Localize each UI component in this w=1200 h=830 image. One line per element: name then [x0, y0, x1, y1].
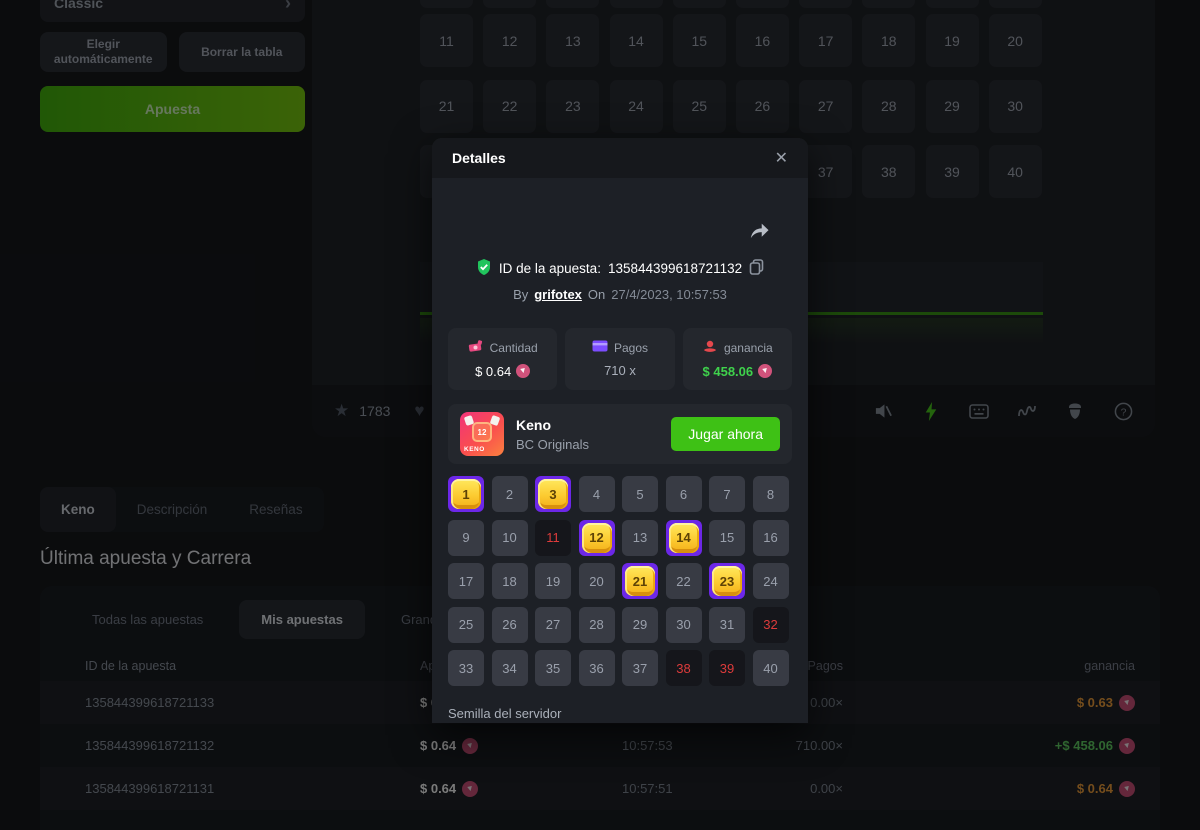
grid-number: 19 [535, 563, 571, 599]
grid-number-drawn: 32 [753, 607, 789, 643]
grid-number-drawn: 39 [709, 650, 745, 686]
grid-number: 5 [622, 476, 658, 512]
grid-number-hit: 14 [666, 520, 702, 556]
gold-gem: 21 [625, 566, 655, 596]
grid-number: 16 [753, 520, 789, 556]
modal-title: Detalles [452, 150, 506, 166]
stat-cantidad: Cantidad $ 0.64 [448, 328, 557, 390]
grid-number: 7 [709, 476, 745, 512]
game-provider: BC Originals [516, 437, 589, 452]
grid-number: 6 [666, 476, 702, 512]
grid-number: 10 [492, 520, 528, 556]
bet-stats: Cantidad $ 0.64 Pagos 710 x ganancia $ 458.06 [448, 328, 792, 390]
page: 1112131415161718192021222324252627282930… [0, 0, 1200, 830]
by-label: By [513, 287, 528, 302]
gold-gem: 1 [451, 479, 481, 509]
grid-number: 22 [666, 563, 702, 599]
grid-number: 28 [579, 607, 615, 643]
details-modal: Detalles ✕ ID de la apuesta: 13584439961… [432, 138, 808, 723]
grid-number: 31 [709, 607, 745, 643]
stat-label-text: Pagos [614, 341, 648, 355]
grid-number: 26 [492, 607, 528, 643]
username-link[interactable]: grifotex [534, 287, 582, 302]
stat-value: $ 458.06 [703, 364, 773, 379]
grid-number: 40 [753, 650, 789, 686]
server-seed-label: Semilla del servidor [448, 706, 792, 721]
wallet-icon [592, 340, 608, 355]
grid-number-hit: 3 [535, 476, 571, 512]
grid-number: 9 [448, 520, 484, 556]
stat-label-text: ganancia [724, 341, 773, 355]
grid-number: 17 [448, 563, 484, 599]
grid-number: 24 [753, 563, 789, 599]
stat-label: Pagos [592, 340, 648, 355]
gold-gem: 23 [712, 566, 742, 596]
trx-coin-icon [758, 364, 772, 378]
game-tile-number: 12 [472, 422, 492, 442]
close-icon[interactable]: ✕ [775, 148, 788, 168]
grid-number: 34 [492, 650, 528, 686]
stat-label-text: Cantidad [490, 341, 538, 355]
game-card: 12 KENO Keno BC Originals Jugar ahora [448, 404, 792, 464]
gold-gem: 14 [669, 523, 699, 553]
grid-number-hit: 1 [448, 476, 484, 512]
result-number-grid: 1234567891011121314151617181920212223242… [448, 476, 792, 686]
grid-number: 18 [492, 563, 528, 599]
grid-number-drawn: 11 [535, 520, 571, 556]
grid-number-hit: 12 [579, 520, 615, 556]
grid-number: 27 [535, 607, 571, 643]
on-label: On [588, 287, 605, 302]
stat-label: ganancia [702, 340, 773, 356]
grid-number: 35 [535, 650, 571, 686]
bet-id-value: 135844399618721132 [608, 261, 742, 276]
grid-number: 36 [579, 650, 615, 686]
grid-number: 29 [622, 607, 658, 643]
grid-number: 4 [579, 476, 615, 512]
play-now-button[interactable]: Jugar ahora [671, 417, 780, 451]
copy-icon[interactable] [749, 259, 764, 278]
grid-number: 2 [492, 476, 528, 512]
share-icon[interactable] [748, 220, 770, 245]
stat-ganancia: ganancia $ 458.06 [683, 328, 792, 390]
stat-value: 710 x [604, 363, 636, 378]
gold-gem: 12 [582, 523, 612, 553]
game-name: Keno [516, 417, 589, 433]
trx-coin-icon [516, 364, 530, 378]
verified-shield-icon [476, 259, 492, 278]
stat-value: $ 0.64 [475, 364, 530, 379]
grid-number: 8 [753, 476, 789, 512]
grid-number: 30 [666, 607, 702, 643]
grid-number-hit: 23 [709, 563, 745, 599]
grid-number: 15 [709, 520, 745, 556]
gold-gem: 3 [538, 479, 568, 509]
cash-icon [468, 340, 484, 356]
modal-header: Detalles ✕ [432, 138, 808, 178]
grid-number-drawn: 38 [666, 650, 702, 686]
grid-number-hit: 21 [622, 563, 658, 599]
keno-game-icon: 12 KENO [460, 412, 504, 456]
modal-body: ID de la apuesta: 135844399618721132 By … [432, 178, 808, 723]
grid-number: 37 [622, 650, 658, 686]
stat-label: Cantidad [468, 340, 538, 356]
grid-number: 20 [579, 563, 615, 599]
grid-number: 33 [448, 650, 484, 686]
game-tile-badge: KENO [464, 446, 485, 453]
stat-pagos: Pagos 710 x [565, 328, 674, 390]
payout-icon [702, 340, 718, 356]
bet-id-label: ID de la apuesta: [499, 261, 601, 276]
grid-number: 25 [448, 607, 484, 643]
grid-number: 13 [622, 520, 658, 556]
bet-datetime: 27/4/2023, 10:57:53 [611, 287, 727, 302]
